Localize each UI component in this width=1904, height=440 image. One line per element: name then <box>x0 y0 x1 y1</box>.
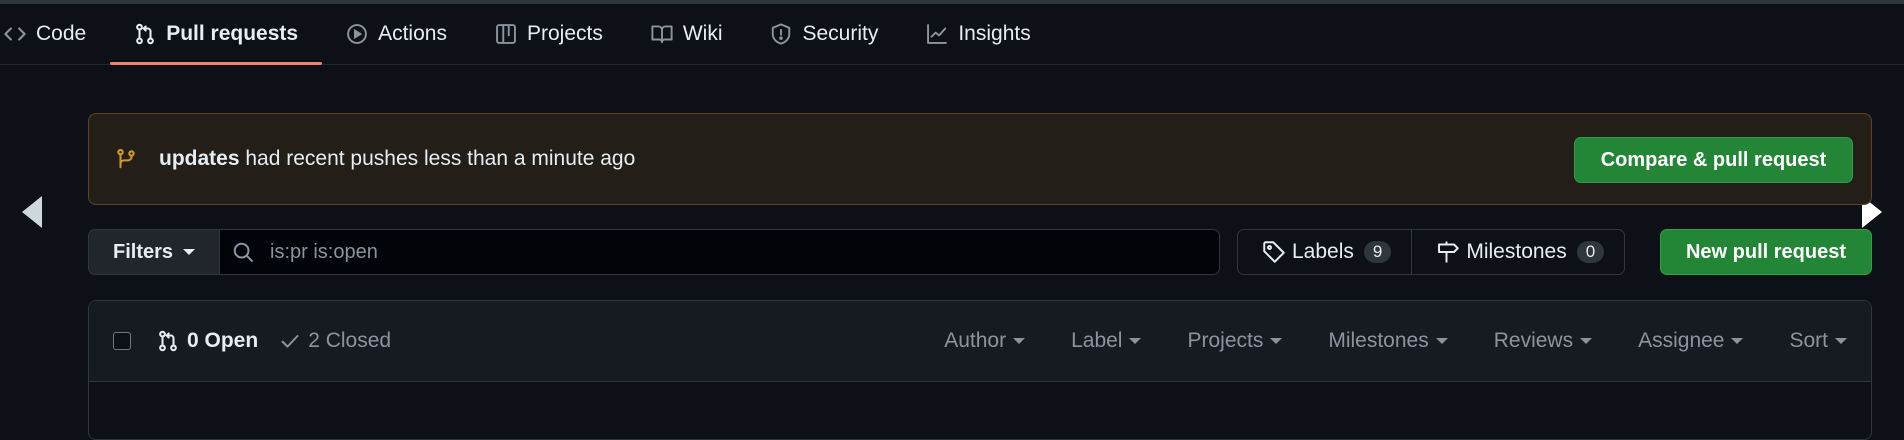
git-pull-request-icon <box>157 330 179 352</box>
git-branch-icon <box>115 148 137 170</box>
search-box[interactable] <box>220 229 1220 275</box>
sort-label: Sort <box>1789 329 1828 352</box>
triangle-down-icon <box>1129 338 1142 344</box>
book-icon <box>651 23 673 45</box>
sort-dropdown[interactable]: Sort <box>1789 329 1847 353</box>
tab-label: Wiki <box>682 22 723 45</box>
compare-pull-request-button[interactable]: Compare & pull request <box>1574 137 1853 183</box>
milestones-button[interactable]: Milestones 0 <box>1411 230 1624 274</box>
filters-dropdown-button[interactable]: Filters <box>88 229 220 275</box>
milestones-dropdown[interactable]: Milestones <box>1328 329 1448 353</box>
tab-wiki[interactable]: Wiki <box>627 4 747 64</box>
recent-push-banner: updates had recent pushes less than a mi… <box>88 113 1872 205</box>
labels-label: Labels <box>1292 240 1354 263</box>
labels-button[interactable]: Labels 9 <box>1238 230 1411 274</box>
tag-icon <box>1262 240 1286 264</box>
triangle-down-icon <box>1013 338 1026 344</box>
tab-actions[interactable]: Actions <box>322 4 471 64</box>
milestone-icon <box>1436 240 1460 264</box>
previous-arrow-icon[interactable] <box>22 196 42 228</box>
tab-insights[interactable]: Insights <box>902 4 1054 64</box>
list-header: 0 Open 2 Closed Author Label Projects Mi… <box>89 301 1871 382</box>
reviews-dropdown[interactable]: Reviews <box>1493 329 1593 353</box>
open-count: 0 Open <box>187 329 259 352</box>
pull-request-list: 0 Open 2 Closed Author Label Projects Mi… <box>88 300 1872 440</box>
code-icon <box>4 23 26 45</box>
banner-message: updates had recent pushes less than a mi… <box>159 147 635 171</box>
triangle-down-icon <box>1270 338 1283 344</box>
projects-label: Projects <box>1187 329 1264 352</box>
banner-text: had recent pushes less than a minute ago <box>239 147 636 170</box>
label-dropdown[interactable]: Label <box>1071 329 1142 353</box>
filters-label: Filters <box>112 240 174 263</box>
labels-count: 9 <box>1363 241 1392 263</box>
triangle-down-icon <box>1580 338 1593 344</box>
author-dropdown[interactable]: Author <box>944 329 1026 353</box>
open-filter-link[interactable]: 0 Open <box>157 329 258 353</box>
table-icon <box>495 23 517 45</box>
projects-dropdown[interactable]: Projects <box>1187 329 1283 353</box>
assignee-dropdown[interactable]: Assignee <box>1638 329 1744 353</box>
tab-label: Actions <box>378 22 447 45</box>
reviews-label: Reviews <box>1493 329 1574 352</box>
repo-tab-nav: Code Pull requests Actions Projects Wiki… <box>0 4 1904 65</box>
search-input[interactable] <box>268 239 1172 265</box>
triangle-down-icon <box>1435 338 1448 344</box>
labels-milestones-group: Labels 9 Milestones 0 <box>1237 229 1626 275</box>
closed-filter-link[interactable]: 2 Closed <box>280 329 391 353</box>
tab-security[interactable]: Security <box>746 4 902 64</box>
closed-count: 2 Closed <box>308 329 392 352</box>
tab-projects[interactable]: Projects <box>471 4 627 64</box>
search-icon <box>232 241 254 263</box>
branch-name[interactable]: updates <box>159 147 240 170</box>
tab-label: Code <box>36 22 87 45</box>
git-pull-request-icon <box>134 23 156 45</box>
triangle-down-icon <box>1731 338 1744 344</box>
tab-pull-requests[interactable]: Pull requests <box>110 4 322 65</box>
filter-bar: Filters <box>88 229 1220 275</box>
assignee-label: Assignee <box>1638 329 1725 352</box>
milestones-label: Milestones <box>1466 240 1567 263</box>
triangle-down-icon <box>183 249 196 255</box>
triangle-down-icon <box>1835 338 1847 344</box>
new-pull-request-button[interactable]: New pull request <box>1660 229 1872 275</box>
shield-icon <box>770 23 792 45</box>
tab-label: Insights <box>958 22 1031 45</box>
graph-icon <box>926 23 948 45</box>
tab-label: Pull requests <box>166 22 299 45</box>
tab-code[interactable]: Code <box>0 4 110 64</box>
check-icon <box>280 331 300 351</box>
milestones-filter-label: Milestones <box>1328 329 1429 352</box>
tab-label: Security <box>802 22 879 45</box>
author-label: Author <box>944 329 1007 352</box>
select-all-checkbox[interactable] <box>113 332 131 350</box>
list-filters: Author Label Projects Milestones Reviews… <box>898 301 1847 381</box>
label-label: Label <box>1071 329 1123 352</box>
milestones-count: 0 <box>1576 241 1605 263</box>
play-icon <box>346 23 368 45</box>
tab-label: Projects <box>526 22 603 45</box>
